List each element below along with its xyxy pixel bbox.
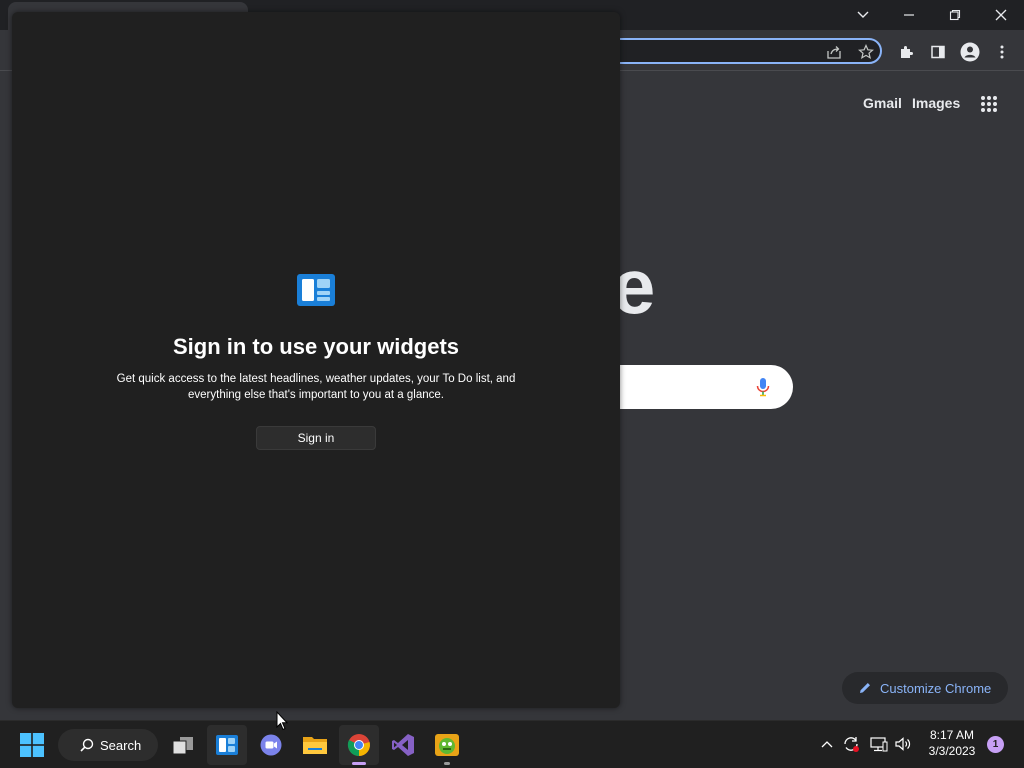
sign-in-button[interactable]: Sign in [256, 426, 376, 450]
restore-icon [949, 9, 961, 21]
extensions-icon[interactable] [894, 40, 918, 64]
taskbar-clock[interactable]: 8:17 AM 3/3/2023 [922, 727, 982, 759]
green-app-button[interactable] [427, 725, 467, 765]
volume-icon[interactable] [892, 733, 914, 755]
customize-chrome-label: Customize Chrome [880, 680, 992, 696]
chevron-down-icon [857, 11, 869, 18]
widgets-signin-description: Get quick access to the latest headlines… [116, 373, 516, 401]
widgets-taskbar-button[interactable] [207, 725, 247, 765]
sync-alert-icon[interactable] [840, 733, 862, 755]
widgets-icon [216, 735, 238, 755]
restore-button[interactable] [932, 0, 978, 30]
file-explorer-button[interactable] [295, 725, 335, 765]
task-view-icon [172, 737, 193, 755]
images-link[interactable]: Images [912, 95, 960, 111]
google-apps-icon[interactable] [980, 95, 1000, 115]
teams-chat-icon [260, 734, 282, 756]
active-app-indicator [352, 762, 366, 765]
chrome-icon [347, 734, 370, 757]
gmail-link[interactable]: Gmail [863, 95, 902, 111]
running-app-indicator [444, 762, 450, 765]
visual-studio-button[interactable] [383, 725, 423, 765]
start-button[interactable] [12, 725, 52, 765]
taskbar-search-label: Search [100, 737, 142, 753]
clock-date: 3/3/2023 [928, 744, 976, 758]
chrome-taskbar-button[interactable] [339, 725, 379, 765]
minimize-icon [904, 14, 914, 16]
bookmark-star-icon[interactable] [854, 40, 878, 64]
pencil-icon [858, 681, 872, 695]
visual-studio-icon [392, 734, 414, 756]
side-panel-icon[interactable] [926, 40, 950, 64]
taskbar-search[interactable]: Search [58, 729, 158, 761]
windows-logo-icon [20, 733, 44, 757]
tab-search-button[interactable] [840, 0, 886, 30]
clock-time: 8:17 AM [929, 728, 975, 742]
minimize-button[interactable] [886, 0, 932, 30]
folder-icon [303, 737, 327, 754]
profile-avatar-icon[interactable] [958, 40, 982, 64]
widgets-icon [297, 274, 335, 306]
search-icon [80, 738, 94, 752]
notification-badge[interactable]: 1 [987, 736, 1004, 753]
taskbar: Search 8:17 AM 3/3/2023 1 [0, 720, 1024, 768]
close-icon [995, 9, 1007, 21]
mouse-cursor-icon [276, 710, 289, 731]
customize-chrome-button[interactable]: Customize Chrome [842, 672, 1008, 704]
widgets-panel: Sign in to use your widgets Get quick ac… [12, 12, 620, 708]
widgets-signin-title: Sign in to use your widgets [172, 334, 460, 359]
task-view-button[interactable] [163, 725, 203, 765]
green-app-icon [435, 734, 459, 756]
show-hidden-icons-chevron-icon[interactable] [816, 733, 838, 755]
chrome-menu-icon[interactable] [990, 40, 1014, 64]
share-icon[interactable] [822, 40, 846, 64]
network-icon[interactable] [868, 733, 890, 755]
microphone-icon[interactable] [756, 377, 770, 402]
close-button[interactable] [978, 0, 1024, 30]
